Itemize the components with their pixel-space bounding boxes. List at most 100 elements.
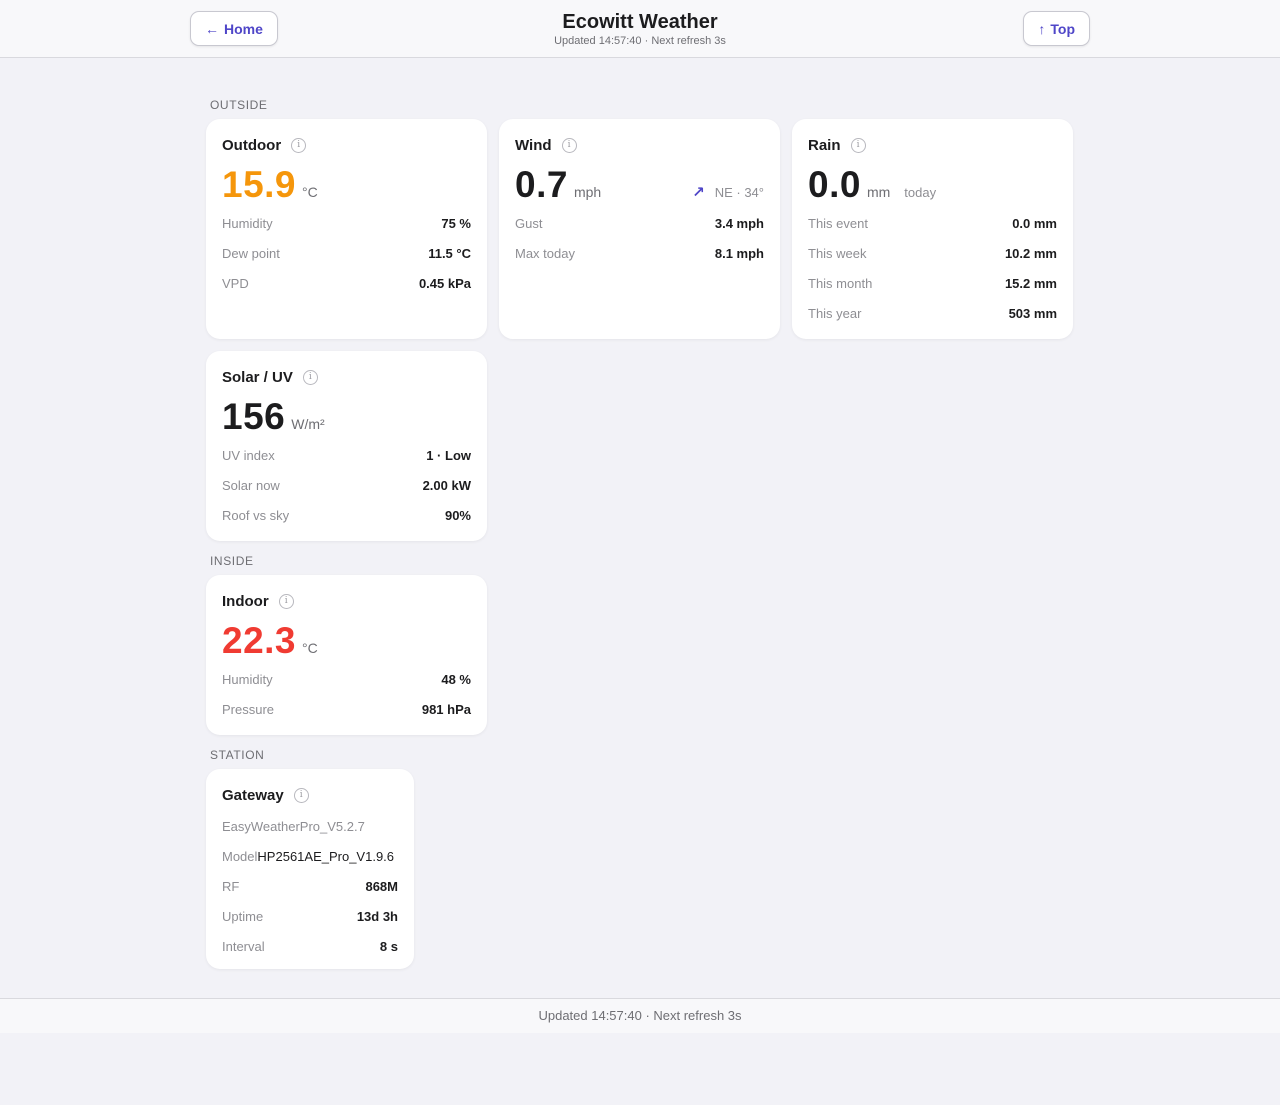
section-label-station: STATION [210, 748, 265, 762]
section-label-outside: OUTSIDE [210, 98, 268, 112]
stat-label: This month [808, 275, 873, 291]
model-row: Model HP2561AE_Pro_V1.9.6 [222, 841, 398, 871]
stat-value: 868M [365, 878, 398, 894]
stat-value: 1 · Low [426, 447, 471, 463]
stat-row: Pressure 981 hPa [222, 694, 471, 724]
card-title: Solar / UV [222, 368, 293, 386]
stat-row: Interval 8 s [222, 931, 398, 961]
top-button-label: Top [1050, 20, 1075, 37]
stat-row: UV index 1 · Low [222, 440, 471, 470]
stat-value: 8 s [379, 938, 398, 954]
firmware-row: EasyWeatherPro_V5.2.7 [222, 811, 398, 841]
stat-row: VPD 0.45 kPa [222, 268, 471, 298]
top-bar: ← Home Ecowitt Weather Updated 14:57:40 … [0, 0, 1280, 58]
stat-value: 15.2 mm [1004, 275, 1057, 291]
arrow-up-right-icon: ↗ [692, 184, 705, 201]
footer-status: Updated 14:57:40 · Next refresh 3s [0, 998, 1280, 1033]
stat-label: VPD [222, 275, 249, 291]
stat-row: This month 15.2 mm [808, 268, 1057, 298]
stat-row: Humidity 48 % [222, 664, 471, 694]
stat-value: 10.2 mm [1004, 245, 1057, 261]
stat-label: Humidity [222, 215, 273, 231]
wind-card: Wind i 0.7 mph ↗ NE · 34° Gust 3.4 mph M… [499, 119, 780, 339]
stat-label: Gust [515, 215, 543, 231]
stat-value: 90% [444, 507, 471, 523]
outdoor-temperature-unit: °C [302, 184, 318, 200]
stat-row: This event 0.0 mm [808, 208, 1057, 238]
dashboard: OUTSIDE Outdoor i 15.9 °C Humidity 75 % … [206, 58, 1074, 998]
card-title: Wind [515, 136, 552, 154]
info-icon[interactable]: i [291, 137, 307, 153]
arrow-up-icon: ↑ [1038, 20, 1046, 37]
card-title: Outdoor [222, 136, 282, 154]
outdoor-card: Outdoor i 15.9 °C Humidity 75 % Dew poin… [206, 119, 487, 339]
stat-row: Humidity 75 % [222, 208, 471, 238]
section-label-inside: INSIDE [210, 554, 254, 568]
gateway-card: Gateway i EasyWeatherPro_V5.2.7 Model HP… [206, 769, 414, 969]
card-title: Rain [808, 136, 841, 154]
stat-label: Pressure [222, 701, 275, 717]
stat-value: 3.4 mph [714, 215, 764, 231]
stat-label: Model [222, 848, 258, 864]
solar-uv-card: Solar / UV i 156 W/m² UV index 1 · Low S… [206, 351, 487, 541]
stat-value: 75 % [441, 215, 471, 231]
stat-row: Uptime 13d 3h [222, 901, 398, 931]
stat-label: Solar now [222, 477, 280, 493]
stat-value: 2.00 kW [422, 477, 471, 493]
inside-grid: Indoor i 22.3 °C Humidity 48 % Pressure … [206, 575, 1074, 735]
info-icon[interactable]: i [850, 137, 866, 153]
stat-label: Roof vs sky [222, 507, 290, 523]
stat-row: Solar now 2.00 kW [222, 470, 471, 500]
station-grid: Gateway i EasyWeatherPro_V5.2.7 Model HP… [206, 769, 1074, 969]
model-value: HP2561AE_Pro_V1.9.6 [257, 848, 395, 864]
stat-label: This event [808, 215, 868, 231]
card-title: Indoor [222, 592, 269, 610]
indoor-temperature: 22.3 [222, 620, 297, 661]
stat-row: Dew point 11.5 °C [222, 238, 471, 268]
stat-label: This week [808, 245, 867, 261]
stat-value: 8.1 mph [714, 245, 764, 261]
indoor-temperature-unit: °C [302, 640, 318, 656]
firmware-version: EasyWeatherPro_V5.2.7 [222, 818, 365, 834]
wind-speed: 0.7 [515, 164, 568, 205]
stat-value: 11.5 °C [428, 245, 471, 261]
stat-row: This week 10.2 mm [808, 238, 1057, 268]
stat-value: 48 % [441, 671, 471, 687]
stat-row: RF 868M [222, 871, 398, 901]
stat-row: Gust 3.4 mph [515, 208, 764, 238]
outdoor-temperature: 15.9 [222, 164, 297, 205]
top-button[interactable]: ↑ Top [1023, 11, 1090, 46]
rain-unit: mm [866, 184, 891, 200]
stat-label: Humidity [222, 671, 273, 687]
stat-label: Interval [222, 938, 265, 954]
stat-label: UV index [222, 447, 275, 463]
solar-radiation: 156 [222, 396, 286, 437]
stat-row: This year 503 mm [808, 298, 1057, 328]
solar-radiation-unit: W/m² [291, 416, 325, 432]
card-title: Gateway [222, 786, 284, 804]
stat-label: This year [808, 305, 862, 321]
stat-value: 13d 3h [356, 908, 398, 924]
info-icon[interactable]: i [278, 593, 294, 609]
rain-card: Rain i 0.0 mm today This event 0.0 mm Th… [792, 119, 1073, 339]
wind-direction: ↗ NE · 34° [692, 183, 764, 201]
stat-label: Uptime [222, 908, 264, 924]
stat-row: Roof vs sky 90% [222, 500, 471, 530]
rain-amount: 0.0 [808, 164, 861, 205]
stat-label: RF [222, 878, 240, 894]
rain-period: today [904, 185, 937, 200]
stat-value: 981 hPa [421, 701, 471, 717]
wind-speed-unit: mph [573, 184, 602, 200]
stat-label: Max today [515, 245, 575, 261]
info-icon[interactable]: i [302, 369, 318, 385]
info-icon[interactable]: i [561, 137, 577, 153]
outside-grid: Outdoor i 15.9 °C Humidity 75 % Dew poin… [206, 119, 1074, 541]
stat-row: Max today 8.1 mph [515, 238, 764, 268]
stat-value: 503 mm [1008, 305, 1057, 321]
stat-label: Dew point [222, 245, 280, 261]
stat-value: 0.45 kPa [418, 275, 471, 291]
wind-direction-text: NE · 34° [714, 184, 764, 200]
stat-value: 0.0 mm [1012, 215, 1057, 231]
indoor-card: Indoor i 22.3 °C Humidity 48 % Pressure … [206, 575, 487, 735]
info-icon[interactable]: i [293, 787, 309, 803]
